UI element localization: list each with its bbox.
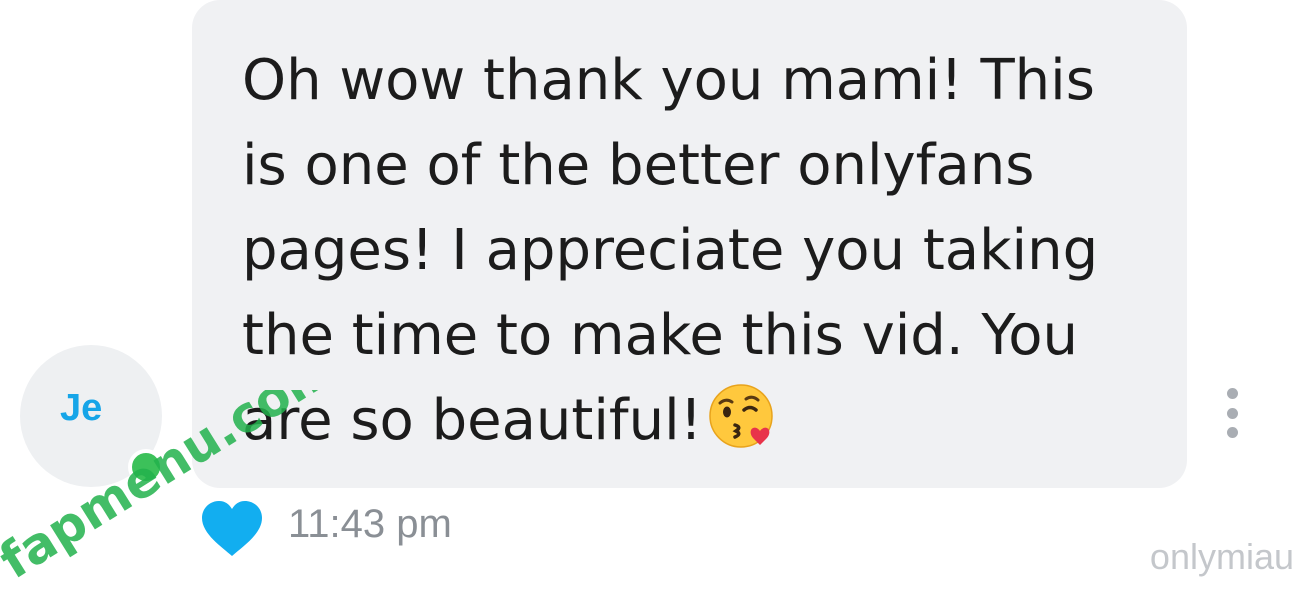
heart-icon bbox=[202, 501, 262, 556]
more-options-button[interactable] bbox=[1218, 388, 1246, 438]
kissing-face-with-heart-emoji bbox=[708, 381, 778, 475]
online-status-indicator bbox=[128, 449, 164, 485]
more-dot bbox=[1226, 407, 1238, 419]
like-button[interactable] bbox=[200, 500, 264, 558]
more-dot bbox=[1226, 427, 1238, 438]
message-bubble[interactable]: Oh wow thank you mami! This is one of th… bbox=[192, 0, 1187, 488]
more-dot bbox=[1226, 388, 1238, 399]
avatar-initials: Je bbox=[60, 387, 103, 429]
sender-avatar[interactable]: Je bbox=[20, 345, 164, 487]
message-timestamp: 11:43 pm bbox=[288, 502, 452, 546]
watermark-username: onlymiau bbox=[1149, 536, 1294, 577]
message-body: Oh wow thank you mami! This is one of th… bbox=[242, 38, 1142, 475]
message-text: Oh wow thank you mami! This is one of th… bbox=[242, 48, 1099, 453]
